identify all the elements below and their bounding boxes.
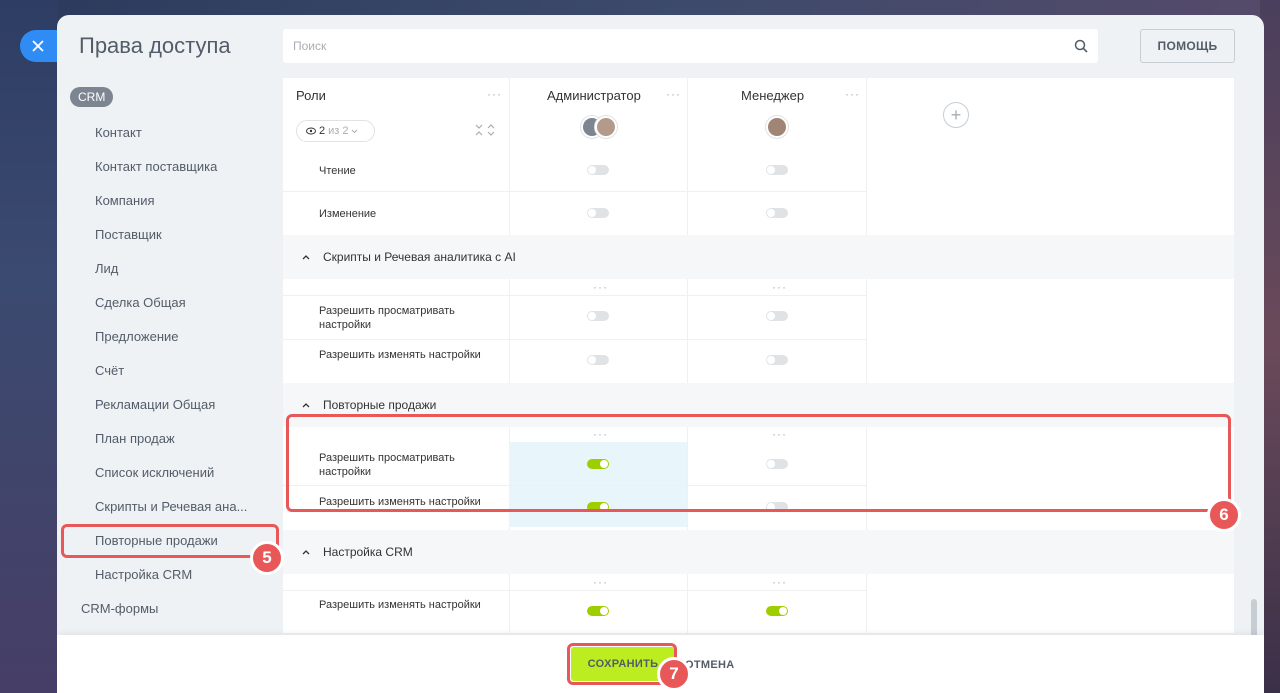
filter-separator: из (328, 125, 340, 137)
toggle-edit-settings-manager[interactable] (766, 355, 788, 365)
admin-avatars[interactable] (581, 116, 617, 138)
toggle-read-admin[interactable] (587, 165, 609, 175)
roles-header: Роли (296, 88, 326, 103)
toggle-read-manager[interactable] (766, 165, 788, 175)
sidebar-item[interactable]: Сделка Общая (95, 295, 255, 310)
toggle-view-settings-admin[interactable] (587, 311, 609, 321)
more-icon[interactable]: ··· (593, 576, 608, 588)
collapse-expand-icon[interactable] (473, 122, 497, 138)
annotation-badge-6: 6 (1207, 498, 1241, 532)
more-icon[interactable]: ··· (666, 88, 681, 100)
row-label: Разрешить изменять настройки (319, 349, 481, 361)
row-label: Разрешить изменять настройки (319, 599, 481, 611)
sidebar-group-crm[interactable]: CRM (70, 87, 114, 107)
sidebar-item[interactable]: Настройка CRM (95, 567, 255, 582)
chevron-down-icon (352, 129, 358, 133)
more-icon[interactable]: ··· (487, 88, 502, 100)
more-icon[interactable]: ··· (593, 281, 608, 293)
chevron-up-icon (302, 550, 310, 555)
filter-selected: 2 (319, 125, 326, 137)
page-title: Права доступа (79, 33, 231, 58)
search-icon[interactable] (1074, 39, 1088, 53)
column-manager: Менеджер (741, 88, 805, 103)
filter-total: 2 (342, 125, 349, 137)
section-title: Повторные продажи (323, 398, 437, 412)
row-label: Изменение (319, 208, 377, 220)
more-icon[interactable]: ··· (772, 281, 787, 293)
eye-icon (306, 127, 316, 135)
close-icon (32, 40, 44, 52)
more-icon[interactable]: ··· (772, 576, 787, 588)
sidebar-item[interactable]: Скрипты и Речевая ана... (95, 499, 255, 514)
column-admin: Администратор (547, 88, 641, 103)
background-left (0, 0, 58, 693)
sidebar-item[interactable]: План продаж (95, 431, 255, 446)
row-label: Разрешить просматривать настройки (319, 305, 455, 331)
sidebar-item[interactable]: Предложение (95, 329, 255, 344)
toggle-crm-settings-admin[interactable] (587, 606, 609, 616)
toggle-view-settings-manager[interactable] (766, 311, 788, 321)
section-title: Скрипты и Речевая аналитика с AI (323, 250, 516, 264)
sidebar-item[interactable]: Компания (95, 193, 255, 208)
sidebar-item[interactable]: Рекламации Общая (95, 397, 255, 412)
toggle-edit-settings-admin[interactable] (587, 355, 609, 365)
section-header[interactable]: Скрипты и Речевая аналитика с AI (283, 235, 1234, 279)
chevron-up-icon (302, 255, 310, 260)
row-label: Чтение (319, 165, 356, 177)
row-divider (283, 590, 866, 591)
search-input[interactable] (293, 39, 1074, 53)
annotation-badge-5: 5 (250, 541, 284, 575)
avatar (766, 116, 788, 138)
manager-avatars[interactable] (766, 116, 788, 138)
roles-filter[interactable]: 2 из 2 (296, 120, 375, 142)
row-divider (283, 295, 866, 296)
sidebar-item[interactable]: Контакт поставщика (95, 159, 255, 174)
cancel-button[interactable]: ОТМЕНА (685, 659, 734, 671)
search-box (283, 29, 1098, 63)
chevron-up-icon (302, 403, 310, 408)
avatar (595, 116, 617, 138)
annotation-frame-5 (61, 524, 279, 558)
section-title: Настройка CRM (323, 545, 413, 559)
help-button[interactable]: ПОМОЩЬ (1140, 29, 1235, 63)
sidebar-item[interactable]: Счёт (95, 363, 255, 378)
sidebar-item[interactable]: Поставщик (95, 227, 255, 242)
annotation-badge-7: 7 (657, 657, 691, 691)
sidebar-item[interactable]: Список исключений (95, 465, 255, 480)
row-divider (283, 339, 866, 340)
row-divider (283, 191, 866, 192)
sidebar-item-crm-forms[interactable]: CRM-формы (81, 601, 241, 616)
toggle-edit-admin[interactable] (587, 208, 609, 218)
annotation-frame-6 (286, 414, 1231, 512)
permissions-table: Роли ··· 2 из 2 Администратор ··· Менедж… (283, 78, 1234, 633)
toggle-edit-manager[interactable] (766, 208, 788, 218)
add-role-button[interactable]: + (943, 102, 969, 128)
section-header[interactable]: Настройка CRM (283, 530, 1234, 574)
more-icon[interactable]: ··· (845, 88, 860, 100)
sidebar-item[interactable]: Контакт (95, 125, 255, 140)
toggle-crm-settings-manager[interactable] (766, 606, 788, 616)
access-rights-panel: Права доступа ПОМОЩЬ CRM Контакт Контакт… (57, 15, 1264, 693)
sidebar-item[interactable]: Лид (95, 261, 255, 276)
